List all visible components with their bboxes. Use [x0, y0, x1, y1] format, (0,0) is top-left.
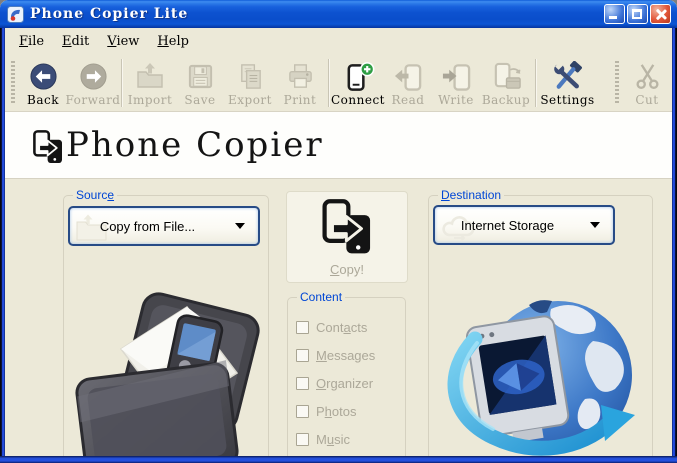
- toolbar-forward-button[interactable]: Forward: [65, 56, 121, 110]
- chevron-down-icon: [590, 222, 600, 228]
- toolbar-save-button[interactable]: Save: [175, 56, 225, 110]
- toolbar-write-label: Write: [438, 92, 474, 107]
- toolbar-read-button[interactable]: Read: [384, 56, 432, 110]
- minimize-button[interactable]: [604, 4, 625, 24]
- source-dropdown-value: Copy from File...: [99, 218, 196, 234]
- toolbar-print-button[interactable]: Print: [275, 56, 325, 110]
- organizer-label: Organizer: [316, 375, 374, 391]
- print-icon: [286, 61, 315, 92]
- music-checkbox[interactable]: [296, 432, 309, 446]
- content-checkbox-list: Contacts Messages Organizer Photos Music: [296, 320, 375, 456]
- destination-dropdown[interactable]: Internet Storage: [433, 205, 615, 245]
- close-button[interactable]: [650, 4, 671, 24]
- music-label: Music: [316, 431, 350, 447]
- toolbar-back-button[interactable]: Back: [18, 56, 68, 110]
- toolbar-forward-label: Forward: [65, 92, 121, 107]
- checkbox-row-contacts[interactable]: Contacts: [296, 319, 375, 335]
- content-group-label: Content: [297, 290, 346, 304]
- window-title: Phone Copier Lite: [30, 6, 189, 22]
- menu-edit[interactable]: Edit: [55, 32, 100, 51]
- window-border-right: [672, 28, 677, 463]
- messages-checkbox[interactable]: [296, 348, 309, 362]
- toolbar-print-label: Print: [283, 92, 317, 107]
- write-icon: [440, 61, 473, 92]
- chevron-down-icon: [235, 223, 245, 229]
- checkbox-row-messages[interactable]: Messages: [296, 347, 376, 363]
- minimize-icon: [609, 16, 617, 19]
- export-icon: [236, 61, 265, 92]
- toolbar-back-label: Back: [27, 92, 59, 107]
- read-icon: [392, 61, 425, 92]
- menu-bar: File Edit View Help: [5, 28, 672, 54]
- app-icon: [7, 5, 24, 23]
- window-border-left: [0, 28, 5, 463]
- toolbar-write-button[interactable]: Write: [432, 56, 480, 110]
- toolbar-separator: [535, 58, 536, 107]
- back-icon: [29, 61, 58, 92]
- checkbox-row-photos[interactable]: Photos: [296, 403, 375, 419]
- photos-label: Photos: [316, 403, 357, 419]
- save-icon: [186, 61, 215, 92]
- toolbar-read-label: Read: [391, 92, 425, 107]
- toolbar-gripper[interactable]: [615, 60, 619, 105]
- toolbar-backup-label: Backup: [481, 92, 531, 107]
- copy-button-label: Copy!: [330, 261, 364, 277]
- main-area: Source Copy from File... Copy! Content C…: [5, 179, 672, 456]
- toolbar-connect-label: Connect: [331, 92, 386, 107]
- contacts-label: Contacts: [316, 319, 368, 335]
- backup-icon: [490, 61, 523, 92]
- menu-file[interactable]: File: [12, 32, 55, 51]
- toolbar-export-button[interactable]: Export: [225, 56, 275, 110]
- maximize-icon: [632, 9, 642, 19]
- source-group-label: Source: [73, 188, 118, 202]
- forward-icon: [79, 61, 108, 92]
- checkbox-row-organizer[interactable]: Organizer: [296, 375, 375, 391]
- maximize-button[interactable]: [627, 4, 648, 24]
- toolbar: Back Forward Import Save Export Print Co…: [5, 54, 672, 112]
- cut-icon: [633, 61, 662, 92]
- phones-copy-icon: [32, 127, 64, 167]
- destination-group-label: Destination: [438, 188, 505, 202]
- toolbar-import-label: Import: [127, 92, 173, 107]
- toolbar-backup-button[interactable]: Backup: [480, 56, 532, 110]
- toolbar-connect-button[interactable]: Connect: [331, 56, 386, 110]
- toolbar-separator: [328, 58, 329, 107]
- menu-view[interactable]: View: [100, 32, 150, 51]
- phones-copy-icon: [320, 198, 374, 259]
- toolbar-gripper[interactable]: [11, 60, 15, 105]
- close-icon: [651, 5, 670, 23]
- content-group: Content Contacts Messages Organizer Phot…: [287, 290, 406, 456]
- organizer-checkbox[interactable]: [296, 376, 309, 390]
- window-border-bottom: [0, 456, 677, 463]
- toolbar-import-button[interactable]: Import: [125, 56, 175, 110]
- settings-icon: [551, 61, 584, 92]
- toolbar-separator: [121, 58, 122, 107]
- app-window: Phone Copier Lite File Edit View Help Ba…: [0, 0, 677, 463]
- photos-checkbox[interactable]: [296, 404, 309, 418]
- messages-label: Messages: [316, 347, 376, 363]
- app-header: Phone Copier: [5, 112, 672, 179]
- menu-help[interactable]: Help: [150, 32, 200, 51]
- titlebar: Phone Copier Lite: [0, 0, 677, 28]
- toolbar-cut-label: Cut: [635, 92, 659, 107]
- import-icon: [135, 61, 165, 92]
- destination-dropdown-value: Internet Storage: [460, 217, 555, 233]
- contacts-checkbox[interactable]: [296, 320, 309, 334]
- client-area: File Edit View Help Back Forward Import …: [5, 28, 672, 456]
- window-controls: [604, 4, 671, 24]
- toolbar-export-label: Export: [228, 92, 272, 107]
- copy-button[interactable]: Copy!: [286, 191, 408, 283]
- toolbar-settings-label: Settings: [540, 92, 595, 107]
- toolbar-save-label: Save: [184, 92, 216, 107]
- toolbar-cut-button[interactable]: Cut: [622, 56, 672, 110]
- checkbox-row-music[interactable]: Music: [296, 431, 375, 447]
- toolbar-settings-button[interactable]: Settings: [539, 56, 596, 110]
- connect-icon: [342, 61, 375, 92]
- page-title: Phone Copier: [66, 125, 324, 165]
- source-dropdown[interactable]: Copy from File...: [68, 206, 260, 246]
